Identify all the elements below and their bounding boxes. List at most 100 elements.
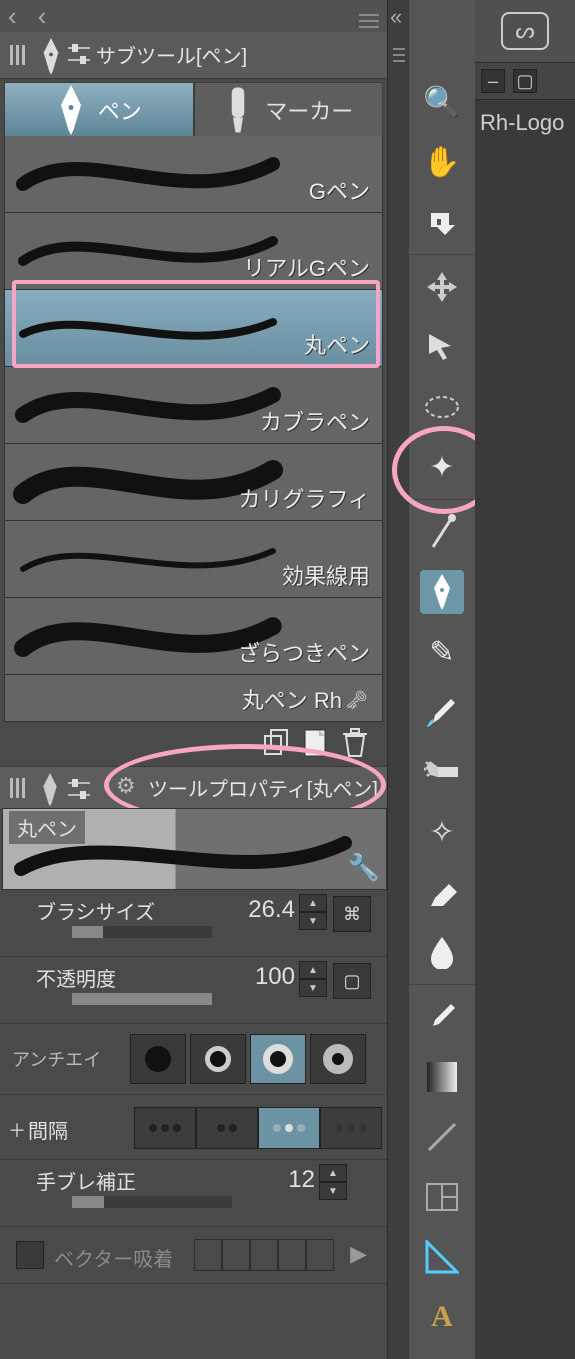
- frame-icon[interactable]: [420, 1175, 464, 1219]
- brush-label: 効果線用: [282, 559, 370, 591]
- slider-icon[interactable]: [66, 777, 92, 806]
- tool-group-misc: A: [409, 985, 475, 1359]
- wand-icon[interactable]: ✦: [420, 445, 464, 489]
- tool-group-view: 🔍 ✋: [409, 70, 475, 255]
- expand-arrow-icon[interactable]: ▶: [350, 1241, 367, 1267]
- quickmask-icon[interactable]: [420, 510, 464, 554]
- blend-icon[interactable]: [420, 930, 464, 974]
- brush-item[interactable]: リアルGペン: [4, 213, 383, 290]
- spacing-option-1[interactable]: [196, 1107, 258, 1149]
- vector-snap-options[interactable]: [194, 1239, 334, 1271]
- subtool-tabs: ペン マーカー: [4, 82, 383, 136]
- antialias-option-1[interactable]: [190, 1034, 246, 1084]
- prop-antialias: アンチエイ: [0, 1024, 387, 1095]
- prop-spacing: 間隔 ＋: [0, 1095, 387, 1160]
- brush-stroke-preview: [13, 531, 283, 587]
- spacing-option-0[interactable]: [134, 1107, 196, 1149]
- panel-menu-icon[interactable]: [359, 6, 383, 26]
- new-subtool-icon[interactable]: [299, 726, 331, 758]
- brush-label: リアルGペン: [243, 251, 370, 283]
- pen-nib-icon[interactable]: [420, 570, 464, 614]
- stabilize-stepper[interactable]: ▲▼: [319, 1164, 347, 1200]
- tab-marker[interactable]: マーカー: [194, 82, 384, 136]
- panel-topbar: ‹ ‹: [0, 0, 387, 33]
- brush-label: ざらつきペン: [238, 636, 370, 668]
- decoration-icon[interactable]: ✧: [420, 810, 464, 854]
- expand-icon[interactable]: ＋: [8, 1117, 26, 1143]
- brush-item[interactable]: カリグラフィ: [4, 444, 383, 521]
- file-tab-label[interactable]: Rh-Logo: [480, 110, 564, 136]
- text-icon[interactable]: A: [420, 1295, 464, 1339]
- eraser-icon[interactable]: [420, 870, 464, 914]
- prop-vector-snap: ベクター吸着 ▶: [0, 1227, 387, 1284]
- hand-icon[interactable]: ✋: [420, 140, 464, 184]
- move-icon[interactable]: [420, 265, 464, 309]
- collapse-bar[interactable]: «: [387, 0, 411, 1359]
- size-slider-icon[interactable]: [66, 42, 92, 66]
- opacity-stepper[interactable]: ▲▼: [299, 961, 327, 997]
- prop-label: 間隔: [28, 1115, 68, 1144]
- minimize-icon[interactable]: –: [481, 69, 505, 93]
- opacity-value[interactable]: 100: [255, 963, 295, 991]
- delete-subtool-icon[interactable]: [339, 726, 371, 758]
- maximize-icon[interactable]: ▢: [513, 69, 537, 93]
- brush-size-stepper[interactable]: ▲▼: [299, 894, 327, 930]
- opacity-dynamics-button[interactable]: ▢: [333, 963, 371, 999]
- brush-label: カリグラフィ: [238, 482, 370, 514]
- collapse-icon[interactable]: «: [390, 4, 402, 30]
- prop-brush-size: ブラシサイズ 26.4 ▲▼ ⌘: [0, 890, 387, 957]
- panel-toggle-icon[interactable]: [2, 40, 32, 70]
- airbrush-icon[interactable]: [420, 750, 464, 794]
- brush-item[interactable]: カブラペン: [4, 367, 383, 444]
- brush-size-value[interactable]: 26.4: [248, 896, 295, 924]
- opacity-slider[interactable]: [72, 993, 212, 1005]
- vector-snap-checkbox[interactable]: [16, 1241, 44, 1269]
- brush-item[interactable]: ざらつきペン: [4, 598, 383, 675]
- panel-toggle-icon[interactable]: [2, 773, 32, 803]
- rotate-icon[interactable]: [420, 200, 464, 244]
- magnifier-icon[interactable]: 🔍: [420, 80, 464, 124]
- duplicate-subtool-icon[interactable]: [259, 726, 291, 758]
- brush-list: Gペン リアルGペン 丸ペン カブラペン カリグラフィ 効果線用 ざらつきペン …: [4, 136, 383, 722]
- menu-icon[interactable]: [393, 40, 405, 61]
- gear-icon[interactable]: ⚙: [116, 773, 136, 799]
- stabilize-slider[interactable]: [72, 1196, 232, 1208]
- back-icon-2[interactable]: ‹: [38, 0, 47, 32]
- wrench-icon[interactable]: 🔧: [348, 852, 380, 883]
- spacing-option-2[interactable]: [258, 1107, 320, 1149]
- brush-item[interactable]: Gペン: [4, 136, 383, 213]
- brush-label: 丸ペン Rh: [242, 683, 342, 715]
- tool-group-select: ✦: [409, 255, 475, 500]
- prop-opacity: 不透明度 100 ▲▼ ▢: [0, 957, 387, 1024]
- colorpick-icon[interactable]: [420, 995, 464, 1039]
- brush-stroke-preview: [13, 300, 283, 356]
- stabilize-value[interactable]: 12: [288, 1166, 315, 1194]
- window-controls: – ▢: [475, 63, 575, 100]
- antialias-option-2[interactable]: [250, 1034, 306, 1084]
- pencil-icon[interactable]: ✎: [420, 630, 464, 674]
- brush-size-slider[interactable]: [72, 926, 212, 938]
- operation-icon[interactable]: [420, 325, 464, 369]
- antialias-option-0[interactable]: [130, 1034, 186, 1084]
- balloon-icon[interactable]: [420, 1355, 464, 1359]
- prop-label: ベクター吸着: [54, 1243, 173, 1272]
- antialias-option-3[interactable]: [310, 1034, 366, 1084]
- spacing-option-3[interactable]: [320, 1107, 382, 1149]
- brush-icon[interactable]: [420, 690, 464, 734]
- nib-icon: [40, 773, 60, 806]
- brush-item[interactable]: 効果線用: [4, 521, 383, 598]
- back-icon[interactable]: ‹: [8, 0, 17, 32]
- app-logo[interactable]: ᔕ: [475, 0, 575, 63]
- brush-label: 丸ペン: [304, 328, 370, 360]
- subtool-header: サブツール[ペン]: [0, 32, 387, 79]
- gradient-icon[interactable]: [420, 1055, 464, 1099]
- brush-item-selected[interactable]: 丸ペン: [4, 290, 383, 367]
- line-icon[interactable]: [420, 1115, 464, 1159]
- brush-item[interactable]: 丸ペン Rh 🗝: [4, 675, 383, 722]
- brush-size-dynamics-button[interactable]: ⌘: [333, 896, 371, 932]
- swirl-icon: ᔕ: [501, 12, 549, 50]
- marquee-icon[interactable]: [420, 385, 464, 429]
- tab-pen[interactable]: ペン: [4, 82, 194, 136]
- prop-stabilize: 手ブレ補正 12 ▲▼: [0, 1160, 387, 1227]
- ruler-icon[interactable]: [420, 1235, 464, 1279]
